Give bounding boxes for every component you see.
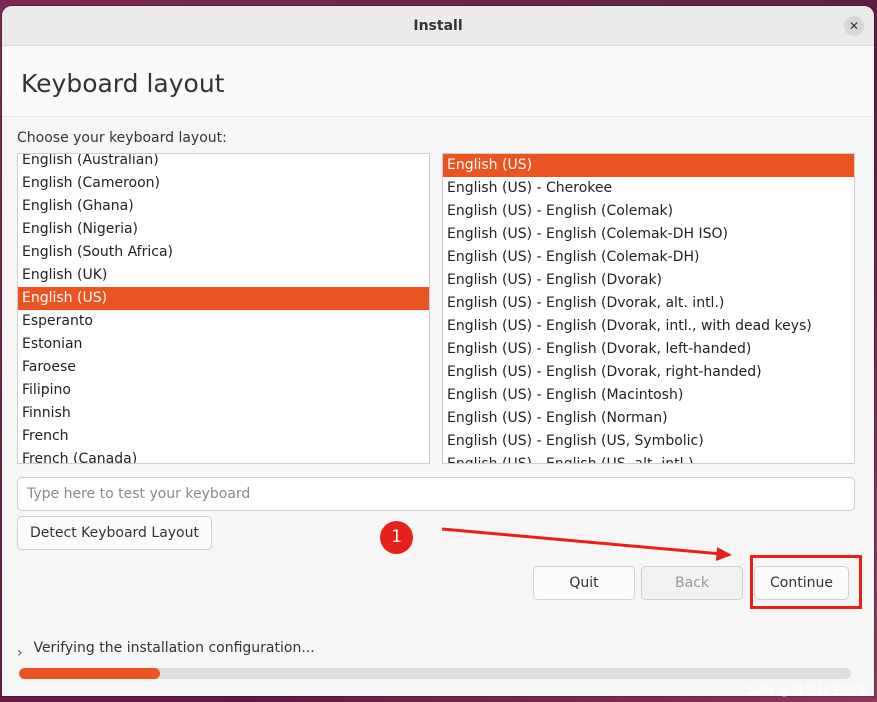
annotation-badge: 1 — [380, 521, 413, 554]
progress-fill — [19, 668, 161, 679]
detect-keyboard-layout-button[interactable]: Detect Keyboard Layout — [17, 516, 212, 550]
close-button[interactable]: ✕ — [844, 16, 864, 36]
variant-list-item[interactable]: English (US) - English (US, alt. intl.) — [443, 453, 854, 463]
layout-list-item[interactable]: Finnish — [18, 402, 429, 425]
variant-list-item[interactable]: English (US) — [443, 154, 854, 177]
layout-list-item[interactable]: Faroese — [18, 356, 429, 379]
content-area: Choose your keyboard layout: English (Au… — [2, 118, 874, 696]
layout-list-item[interactable]: Esperanto — [18, 310, 429, 333]
layout-list-item[interactable]: English (Ghana) — [18, 195, 429, 218]
chevron-right-icon: › — [17, 645, 23, 661]
variant-list-item[interactable]: English (US) - English (Norman) — [443, 407, 854, 430]
variant-list-item[interactable]: English (US) - English (Dvorak) — [443, 269, 854, 292]
variant-list-item[interactable]: English (US) - English (Dvorak, left-han… — [443, 338, 854, 361]
watermark: CSDN @跳河轻生的鱼 — [736, 683, 869, 698]
back-button[interactable]: Back — [641, 566, 743, 600]
variant-list[interactable]: English (US) English (US) - Cherokee Engli… — [442, 153, 855, 464]
layout-list-item[interactable]: English (Australian) — [18, 154, 429, 172]
layout-list-item[interactable]: English (South Africa) — [18, 241, 429, 264]
title-bar: Install ✕ — [2, 6, 874, 46]
annotation-arrow — [441, 527, 732, 561]
variant-list-item[interactable]: English (US) - Cherokee — [443, 177, 854, 200]
quit-button[interactable]: Quit — [533, 566, 635, 600]
status-text: Verifying the installation configuration… — [33, 640, 315, 656]
layout-list-item[interactable]: Estonian — [18, 333, 429, 356]
layout-list-item[interactable]: French — [18, 425, 429, 448]
page-title: Keyboard layout — [21, 69, 225, 98]
variant-list-item[interactable]: English (US) - English (Colemak) — [443, 200, 854, 223]
status-line[interactable]: › Verifying the installation configurati… — [17, 640, 315, 661]
variant-list-item[interactable]: English (US) - English (Colemak-DH ISO) — [443, 223, 854, 246]
page-header: Keyboard layout — [2, 47, 874, 117]
variant-list-item[interactable]: English (US) - English (Dvorak, right-ha… — [443, 361, 854, 384]
continue-highlight-box — [750, 555, 862, 609]
layout-list-item[interactable]: English (US) — [18, 287, 429, 310]
layout-list-item[interactable]: English (Nigeria) — [18, 218, 429, 241]
window-title: Install — [413, 18, 463, 34]
layout-list[interactable]: English (Australian) English (Cameroon) En… — [17, 153, 430, 464]
install-window: Install ✕ Keyboard layout Choose your ke… — [2, 6, 874, 696]
variant-list-item[interactable]: English (US) - English (Dvorak, alt. int… — [443, 292, 854, 315]
keyboard-test-input[interactable] — [17, 477, 855, 511]
progress-bar — [19, 668, 851, 679]
layout-list-item[interactable]: French (Canada) — [18, 448, 429, 463]
layout-list-item[interactable]: Filipino — [18, 379, 429, 402]
layout-list-item[interactable]: English (Cameroon) — [18, 172, 429, 195]
variant-list-item[interactable]: English (US) - English (Colemak-DH) — [443, 246, 854, 269]
close-icon: ✕ — [848, 19, 860, 33]
variant-list-item[interactable]: English (US) - English (Macintosh) — [443, 384, 854, 407]
variant-list-item[interactable]: English (US) - English (US, Symbolic) — [443, 430, 854, 453]
layout-list-item[interactable]: English (UK) — [18, 264, 429, 287]
variant-list-item[interactable]: English (US) - English (Dvorak, intl., w… — [443, 315, 854, 338]
layout-prompt: Choose your keyboard layout: — [17, 130, 227, 146]
